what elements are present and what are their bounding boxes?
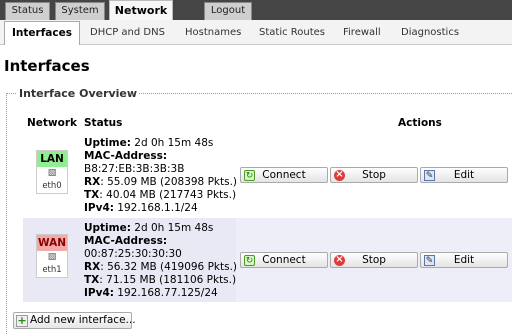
add-interface-button[interactable]: Add new interface... [13, 312, 136, 329]
sub-tab-diagnostics[interactable]: Diagnostics [401, 26, 459, 40]
top-tab-status[interactable]: Status [5, 2, 50, 20]
interface-badge-wan: WAN ▧ eth1 [36, 234, 68, 278]
status-ipv4: IPv4: 192.168.1.1/24 [84, 202, 198, 214]
ethernet-port-icon: ▧ [47, 252, 57, 262]
sub-nav-bar: Interfaces DHCP and DNS Hostnames Static… [0, 20, 512, 45]
column-header-status: Status [84, 117, 123, 129]
column-header-network: Network [27, 117, 78, 129]
top-tab-logout[interactable]: Logout [204, 2, 252, 20]
sub-tab-dhcp-dns[interactable]: DHCP and DNS [90, 26, 165, 40]
interface-name: WAN [37, 235, 67, 251]
connect-button-wan[interactable]: Connect [240, 252, 328, 268]
status-mac: 00:87:25:30:30:30 [84, 248, 182, 260]
status-tx: TX: 40.04 MB (217743 Pkts.) [84, 189, 237, 201]
edit-button-wan[interactable]: Edit [420, 252, 508, 268]
status-mac: B8:27:EB:3B:3B:3B [84, 163, 185, 175]
top-nav-bar: Status System Network Logout [0, 0, 512, 21]
page-title: Interfaces [4, 57, 90, 75]
sub-tab-interfaces[interactable]: Interfaces [4, 21, 80, 45]
interface-device: eth1 [42, 265, 62, 275]
status-rx: RX: 56.32 MB (419096 Pkts.) [84, 261, 238, 273]
top-tab-network[interactable]: Network [109, 0, 173, 21]
sub-tab-hostnames[interactable]: Hostnames [185, 26, 241, 40]
interface-name: LAN [37, 151, 67, 167]
status-tx: TX: 71.15 MB (181106 Pkts.) [84, 274, 237, 286]
edit-button-lan[interactable]: Edit [420, 167, 508, 183]
status-mac-label: MAC-Address: [84, 150, 168, 162]
ethernet-port-icon: ▧ [47, 168, 57, 178]
interface-device: eth0 [42, 181, 62, 191]
status-ipv4: IPv4: 192.168.77.125/24 [84, 287, 218, 299]
add-icon [16, 313, 28, 328]
status-rx: RX: 55.09 MB (208398 Pkts.) [84, 176, 238, 188]
column-header-actions: Actions [398, 117, 442, 129]
stop-button-wan[interactable]: Stop [330, 252, 418, 268]
stop-button-lan[interactable]: Stop [330, 167, 418, 183]
sub-tab-firewall[interactable]: Firewall [343, 26, 381, 40]
interface-overview-legend: Interface Overview [17, 87, 140, 100]
status-uptime: Uptime: 2d 0h 15m 48s [84, 137, 214, 149]
status-uptime: Uptime: 2d 0h 15m 48s [84, 222, 214, 234]
sub-tab-static-routes[interactable]: Static Routes [259, 26, 325, 40]
connect-button-lan[interactable]: Connect [240, 167, 328, 183]
interface-badge-lan: LAN ▧ eth0 [36, 150, 68, 194]
top-tab-system[interactable]: System [55, 2, 105, 20]
status-mac-label: MAC-Address: [84, 235, 168, 247]
